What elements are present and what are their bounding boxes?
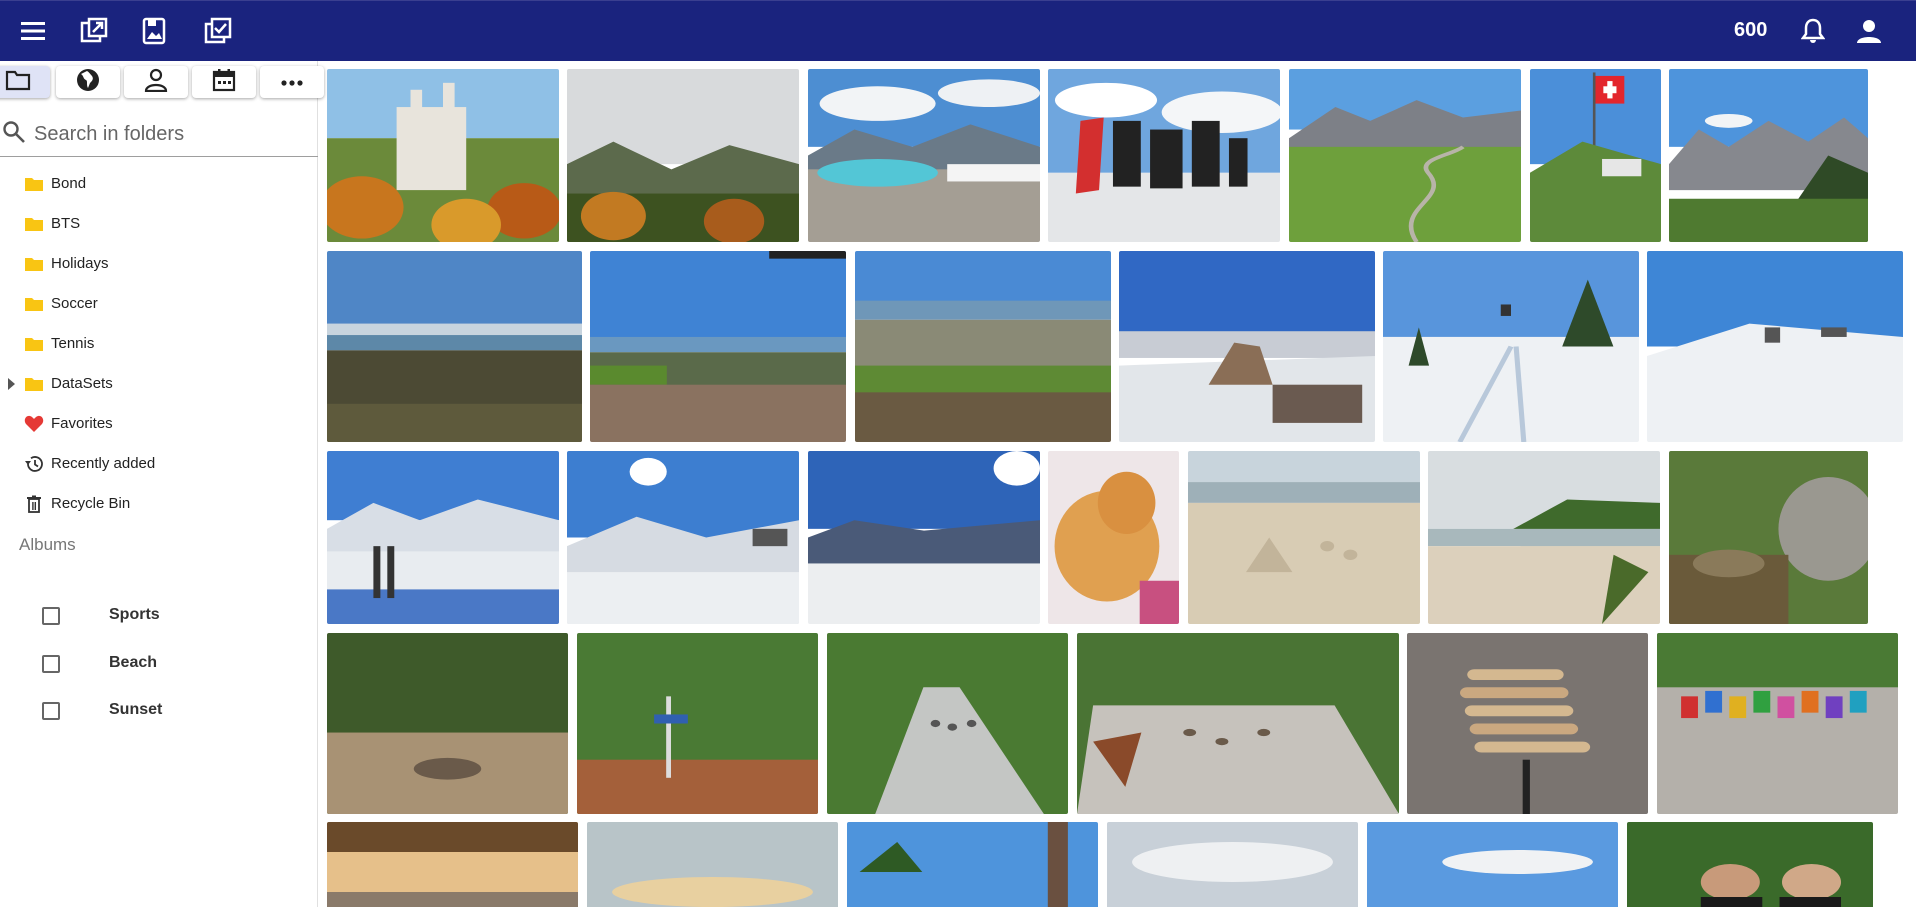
select-photos-icon[interactable] [202,15,234,47]
folder-label: Holidays [51,255,109,272]
folder-icon [24,295,44,313]
folder-icon [24,215,44,233]
folder-label: Favorites [51,415,113,432]
folder-item-soccer[interactable]: Soccer [0,284,318,324]
album-label: Sports [109,606,160,623]
albums-heading: Albums [19,535,76,554]
photo-thumbnail[interactable] [1188,451,1420,624]
photo-thumbnail[interactable] [590,251,846,442]
calendar-icon [212,68,236,97]
folder-search [0,113,318,157]
photo-thumbnail[interactable] [1383,251,1639,442]
folder-icon [24,255,44,273]
folder-icon [24,175,44,193]
trash-icon [24,495,44,513]
person-icon [144,68,168,97]
folder-label: Bond [51,175,87,192]
folder-label: DataSets [51,375,113,392]
album-item-sports[interactable]: Sports [42,603,160,629]
photo-thumbnail[interactable] [1048,69,1280,242]
photo-thumbnail[interactable] [1367,822,1618,907]
tab-calendar[interactable] [192,66,256,98]
photo-thumbnail[interactable] [808,69,1040,242]
folder-item-recycle-bin[interactable]: Recycle Bin [0,484,318,524]
photo-thumbnail[interactable] [1289,69,1521,242]
search-input[interactable] [32,122,306,147]
tab-people[interactable] [124,66,188,98]
photo-thumbnail[interactable] [1077,633,1399,814]
folder-item-holidays[interactable]: Holidays [0,244,318,284]
globe-icon [75,67,101,98]
photo-thumbnail[interactable] [1627,822,1873,907]
photo-thumbnail[interactable] [1657,633,1898,814]
folder-icon [24,335,44,353]
photo-grid [326,68,1916,907]
sidebar-tabs [0,63,324,98]
folder-label: Recently added [51,455,156,472]
tab-places[interactable] [56,66,120,98]
photo-thumbnail[interactable] [577,633,818,814]
folder-item-favorites[interactable]: Favorites [0,404,318,444]
photo-thumbnail[interactable] [1407,633,1648,814]
heart-icon [24,415,44,433]
folder-item-recently-added[interactable]: Recently added [0,444,318,484]
folder-label: Tennis [51,335,95,352]
photo-thumbnail[interactable] [327,633,568,814]
album-item-beach[interactable]: Beach [42,651,157,677]
album-label: Beach [109,654,158,671]
photo-thumbnail[interactable] [1669,451,1868,624]
folder-icon [5,69,31,96]
photo-thumbnail[interactable] [567,451,799,624]
album-label: Sunset [109,701,163,718]
photo-thumbnail[interactable] [1428,451,1660,624]
photo-thumbnail[interactable] [1119,251,1375,442]
search-icon [2,120,26,149]
photo-thumbnail[interactable] [1530,69,1661,242]
photo-thumbnail[interactable] [1669,69,1868,242]
photo-thumbnail[interactable] [327,451,559,624]
photo-count: 600 [1734,19,1768,41]
folder-item-datasets[interactable]: DataSets [0,364,318,404]
photo-thumbnail[interactable] [847,822,1098,907]
bell-icon[interactable] [1797,15,1829,47]
album-item-sunset[interactable]: Sunset [42,698,162,724]
hamburger-menu-icon[interactable] [18,15,50,47]
album-checkbox[interactable] [42,702,60,720]
person-icon[interactable] [1853,15,1885,47]
folder-icon [24,375,44,393]
photo-thumbnail[interactable] [327,822,578,907]
photo-thumbnail[interactable] [327,69,559,242]
folder-label: BTS [51,215,81,232]
photo-thumbnail[interactable] [587,822,838,907]
photo-library-icon[interactable] [138,15,170,47]
folder-item-tennis[interactable]: Tennis [0,324,318,364]
expand-arrow-icon[interactable] [8,378,15,390]
photo-thumbnail[interactable] [1107,822,1358,907]
photo-thumbnail[interactable] [808,451,1040,624]
open-external-icon[interactable] [78,15,110,47]
photo-thumbnail[interactable] [827,633,1068,814]
photo-thumbnail[interactable] [855,251,1111,442]
tab-more[interactable] [260,66,324,98]
tab-folders[interactable] [0,66,50,98]
folder-item-bts[interactable]: BTS [0,204,318,244]
photo-thumbnail[interactable] [1048,451,1179,624]
sidebar: Bond BTS Holidays Soccer Tennis DataSets… [0,61,324,907]
photo-thumbnail[interactable] [567,69,799,242]
history-icon [24,455,44,473]
top-app-bar: 600 [0,0,1916,61]
album-checkbox[interactable] [42,607,60,625]
folder-list: Bond BTS Holidays Soccer Tennis DataSets… [0,164,318,524]
photo-thumbnail[interactable] [1647,251,1903,442]
photo-thumbnail[interactable] [327,251,582,442]
album-checkbox[interactable] [42,655,60,673]
folder-item-bond[interactable]: Bond [0,164,318,204]
more-horizontal-icon [281,73,303,91]
folder-label: Soccer [51,295,98,312]
folder-label: Recycle Bin [51,495,131,512]
